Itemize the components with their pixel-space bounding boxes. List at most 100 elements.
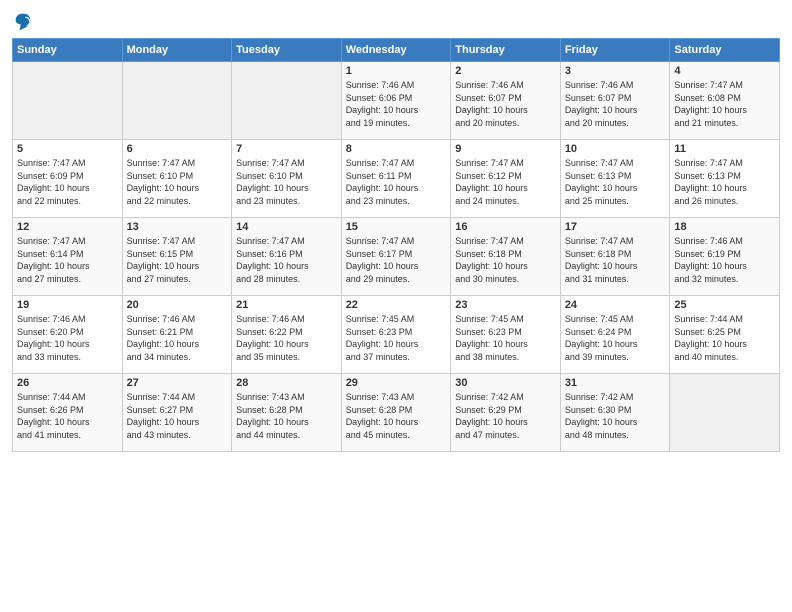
day-number: 22 — [346, 299, 447, 311]
calendar-cell — [232, 62, 342, 140]
calendar-cell: 17 Sunrise: 7:47 AM Sunset: 6:18 PM Dayli… — [560, 218, 670, 296]
day-info: Sunrise: 7:47 AM Sunset: 6:17 PM Dayligh… — [346, 235, 447, 285]
day-number: 20 — [127, 299, 228, 311]
calendar-cell — [13, 62, 123, 140]
day-number: 11 — [674, 143, 775, 155]
day-number: 14 — [236, 221, 337, 233]
calendar-body: 1 Sunrise: 7:46 AM Sunset: 6:06 PM Daylig… — [13, 62, 780, 452]
day-info: Sunrise: 7:47 AM Sunset: 6:08 PM Dayligh… — [674, 79, 775, 129]
calendar-cell: 16 Sunrise: 7:47 AM Sunset: 6:18 PM Dayli… — [451, 218, 561, 296]
day-info: Sunrise: 7:47 AM Sunset: 6:11 PM Dayligh… — [346, 157, 447, 207]
day-number: 1 — [346, 65, 447, 77]
calendar-cell: 4Sunrise: 7:47 AM Sunset: 6:08 PM Daylig… — [670, 62, 780, 140]
weekday-header-monday: Monday — [122, 39, 232, 62]
calendar-cell: 18 Sunrise: 7:46 AM Sunset: 6:19 PM Dayli… — [670, 218, 780, 296]
calendar-cell: 31 Sunrise: 7:42 AM Sunset: 6:30 PM Dayli… — [560, 374, 670, 452]
day-number: 2 — [455, 65, 556, 77]
day-number: 13 — [127, 221, 228, 233]
day-info: Sunrise: 7:47 AM Sunset: 6:09 PM Dayligh… — [17, 157, 118, 207]
day-number: 24 — [565, 299, 666, 311]
calendar-table: SundayMondayTuesdayWednesdayThursdayFrid… — [12, 38, 780, 452]
calendar-cell: 21 Sunrise: 7:46 AM Sunset: 6:22 PM Dayli… — [232, 296, 342, 374]
calendar-cell: 2 Sunrise: 7:46 AM Sunset: 6:07 PM Daylig… — [451, 62, 561, 140]
day-number: 25 — [674, 299, 775, 311]
day-info: Sunrise: 7:47 AM Sunset: 6:10 PM Dayligh… — [236, 157, 337, 207]
calendar-cell: 30Sunrise: 7:42 AM Sunset: 6:29 PM Dayli… — [451, 374, 561, 452]
weekday-header-thursday: Thursday — [451, 39, 561, 62]
day-info: Sunrise: 7:44 AM Sunset: 6:25 PM Dayligh… — [674, 313, 775, 363]
day-number: 5 — [17, 143, 118, 155]
day-info: Sunrise: 7:44 AM Sunset: 6:26 PM Dayligh… — [17, 391, 118, 441]
calendar-header: SundayMondayTuesdayWednesdayThursdayFrid… — [13, 39, 780, 62]
day-info: Sunrise: 7:47 AM Sunset: 6:10 PM Dayligh… — [127, 157, 228, 207]
day-info: Sunrise: 7:46 AM Sunset: 6:19 PM Dayligh… — [674, 235, 775, 285]
calendar-cell: 11 Sunrise: 7:47 AM Sunset: 6:13 PM Dayli… — [670, 140, 780, 218]
calendar-cell: 22Sunrise: 7:45 AM Sunset: 6:23 PM Dayli… — [341, 296, 451, 374]
calendar-cell: 10 Sunrise: 7:47 AM Sunset: 6:13 PM Dayli… — [560, 140, 670, 218]
calendar-cell: 28Sunrise: 7:43 AM Sunset: 6:28 PM Dayli… — [232, 374, 342, 452]
day-number: 29 — [346, 377, 447, 389]
calendar-cell: 7 Sunrise: 7:47 AM Sunset: 6:10 PM Daylig… — [232, 140, 342, 218]
calendar-cell — [122, 62, 232, 140]
calendar-cell: 20 Sunrise: 7:46 AM Sunset: 6:21 PM Dayli… — [122, 296, 232, 374]
weekday-header-sunday: Sunday — [13, 39, 123, 62]
day-info: Sunrise: 7:46 AM Sunset: 6:20 PM Dayligh… — [17, 313, 118, 363]
day-number: 18 — [674, 221, 775, 233]
calendar-cell: 19 Sunrise: 7:46 AM Sunset: 6:20 PM Dayli… — [13, 296, 123, 374]
day-number: 10 — [565, 143, 666, 155]
calendar-cell: 24 Sunrise: 7:45 AM Sunset: 6:24 PM Dayli… — [560, 296, 670, 374]
day-info: Sunrise: 7:46 AM Sunset: 6:21 PM Dayligh… — [127, 313, 228, 363]
calendar-cell: 23 Sunrise: 7:45 AM Sunset: 6:23 PM Dayli… — [451, 296, 561, 374]
calendar-cell: 9Sunrise: 7:47 AM Sunset: 6:12 PM Daylig… — [451, 140, 561, 218]
day-info: Sunrise: 7:46 AM Sunset: 6:07 PM Dayligh… — [455, 79, 556, 129]
day-info: Sunrise: 7:46 AM Sunset: 6:22 PM Dayligh… — [236, 313, 337, 363]
day-info: Sunrise: 7:46 AM Sunset: 6:07 PM Dayligh… — [565, 79, 666, 129]
calendar-cell: 3 Sunrise: 7:46 AM Sunset: 6:07 PM Daylig… — [560, 62, 670, 140]
day-info: Sunrise: 7:46 AM Sunset: 6:06 PM Dayligh… — [346, 79, 447, 129]
calendar-cell: 25 Sunrise: 7:44 AM Sunset: 6:25 PM Dayli… — [670, 296, 780, 374]
day-number: 28 — [236, 377, 337, 389]
day-number: 16 — [455, 221, 556, 233]
day-number: 19 — [17, 299, 118, 311]
weekday-header-friday: Friday — [560, 39, 670, 62]
day-number: 6 — [127, 143, 228, 155]
day-info: Sunrise: 7:47 AM Sunset: 6:14 PM Dayligh… — [17, 235, 118, 285]
logo-icon — [12, 10, 34, 32]
weekday-header-tuesday: Tuesday — [232, 39, 342, 62]
logo — [12, 10, 36, 32]
day-info: Sunrise: 7:44 AM Sunset: 6:27 PM Dayligh… — [127, 391, 228, 441]
day-number: 31 — [565, 377, 666, 389]
calendar-cell: 12 Sunrise: 7:47 AM Sunset: 6:14 PM Dayli… — [13, 218, 123, 296]
day-info: Sunrise: 7:47 AM Sunset: 6:18 PM Dayligh… — [565, 235, 666, 285]
day-number: 21 — [236, 299, 337, 311]
day-number: 26 — [17, 377, 118, 389]
day-info: Sunrise: 7:47 AM Sunset: 6:18 PM Dayligh… — [455, 235, 556, 285]
day-info: Sunrise: 7:42 AM Sunset: 6:30 PM Dayligh… — [565, 391, 666, 441]
calendar-cell: 6 Sunrise: 7:47 AM Sunset: 6:10 PM Daylig… — [122, 140, 232, 218]
day-number: 7 — [236, 143, 337, 155]
week-row-4: 19 Sunrise: 7:46 AM Sunset: 6:20 PM Dayli… — [13, 296, 780, 374]
calendar-cell: 26 Sunrise: 7:44 AM Sunset: 6:26 PM Dayli… — [13, 374, 123, 452]
weekday-header-saturday: Saturday — [670, 39, 780, 62]
day-info: Sunrise: 7:47 AM Sunset: 6:16 PM Dayligh… — [236, 235, 337, 285]
calendar-cell: 13Sunrise: 7:47 AM Sunset: 6:15 PM Dayli… — [122, 218, 232, 296]
calendar-cell: 8 Sunrise: 7:47 AM Sunset: 6:11 PM Daylig… — [341, 140, 451, 218]
day-number: 8 — [346, 143, 447, 155]
day-number: 12 — [17, 221, 118, 233]
weekday-header-wednesday: Wednesday — [341, 39, 451, 62]
calendar-cell: 5 Sunrise: 7:47 AM Sunset: 6:09 PM Daylig… — [13, 140, 123, 218]
day-info: Sunrise: 7:43 AM Sunset: 6:28 PM Dayligh… — [346, 391, 447, 441]
day-number: 3 — [565, 65, 666, 77]
day-info: Sunrise: 7:47 AM Sunset: 6:12 PM Dayligh… — [455, 157, 556, 207]
day-info: Sunrise: 7:47 AM Sunset: 6:13 PM Dayligh… — [674, 157, 775, 207]
day-number: 23 — [455, 299, 556, 311]
calendar-cell: 1 Sunrise: 7:46 AM Sunset: 6:06 PM Daylig… — [341, 62, 451, 140]
day-number: 15 — [346, 221, 447, 233]
day-info: Sunrise: 7:45 AM Sunset: 6:24 PM Dayligh… — [565, 313, 666, 363]
day-info: Sunrise: 7:47 AM Sunset: 6:13 PM Dayligh… — [565, 157, 666, 207]
week-row-2: 5 Sunrise: 7:47 AM Sunset: 6:09 PM Daylig… — [13, 140, 780, 218]
day-info: Sunrise: 7:45 AM Sunset: 6:23 PM Dayligh… — [455, 313, 556, 363]
day-number: 17 — [565, 221, 666, 233]
header-row — [12, 10, 780, 32]
calendar-container: SundayMondayTuesdayWednesdayThursdayFrid… — [0, 0, 792, 462]
